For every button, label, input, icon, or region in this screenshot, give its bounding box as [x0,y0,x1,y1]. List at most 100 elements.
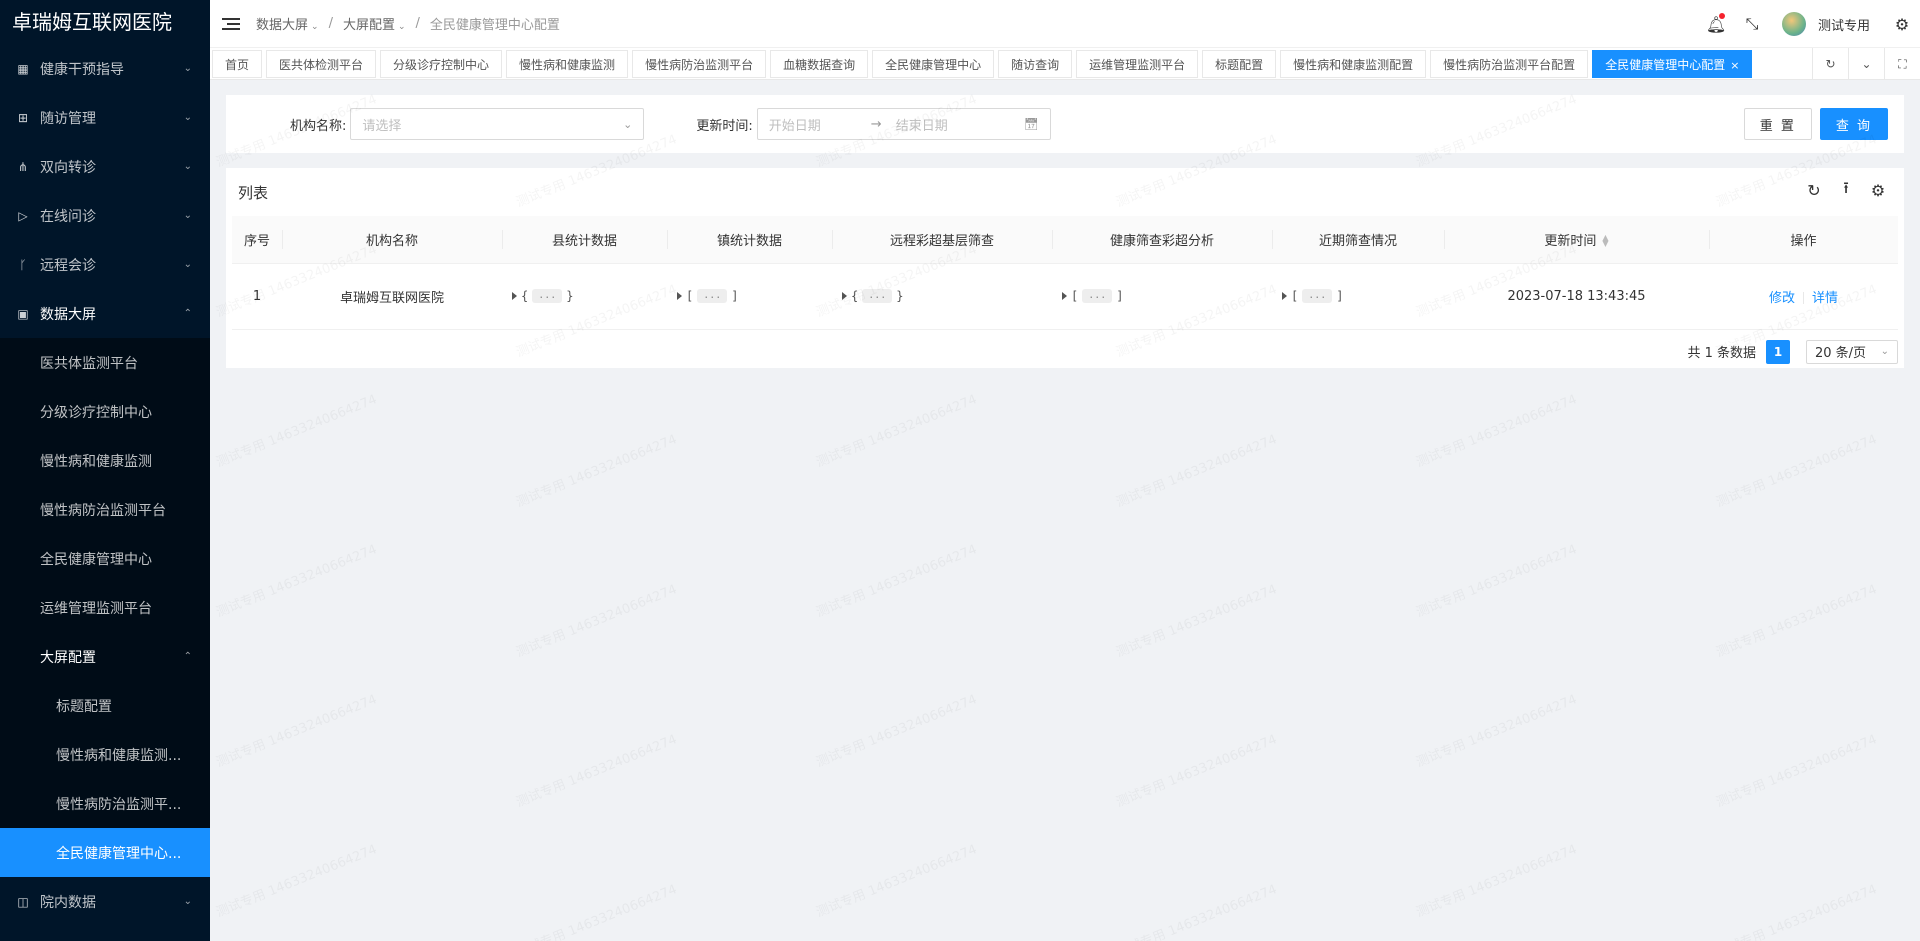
reset-button[interactable]: 重 置 [1743,108,1812,140]
column-header: 远程彩超基层筛查 [832,216,1052,264]
cell-index: 1 [232,263,282,330]
collapsed-ellipsis[interactable]: ... [1082,289,1113,304]
chevron-down-icon[interactable]: ⌄ [1848,48,1884,80]
expand-icon[interactable]: ⛶ [1884,48,1920,80]
column-height-icon[interactable]: ⭱ [1836,178,1856,200]
start-date-input[interactable]: 开始日期 [769,115,821,134]
breadcrumb: 数据大屏 ⌄ / 大屏配置 ⌄ / 全民健康管理中心配置 [256,14,560,33]
column-header: 近期筛查情况 [1272,216,1444,264]
caret-right-icon[interactable] [842,292,847,301]
table-header-row: 序号 机构名称 县统计数据 镇统计数据 远程彩超基层筛查 健康筛查彩超分析 近期… [232,216,1898,264]
sidebar-subitem[interactable]: 全民健康管理中心 [0,534,210,583]
org-select[interactable]: 请选择 ⌄ [350,108,645,140]
sidebar-item-dashboard[interactable]: ▣ 数据大屏 ⌃ [0,289,210,338]
sidebar-subitem-screen-config[interactable]: 大屏配置 ⌃ [0,632,210,681]
caret-right-icon[interactable] [1282,292,1287,301]
sidebar-item-followup[interactable]: ⊞ 随访管理 ⌄ [0,93,210,142]
page-button[interactable]: 1 [1766,339,1790,364]
collapsed-ellipsis[interactable]: ... [532,289,563,304]
tab-ops-platform[interactable]: 运维管理监测平台 [1076,49,1199,78]
table-title: 列表 [238,183,269,202]
breadcrumb-item[interactable]: 数据大屏 ⌄ [256,14,319,33]
tab-followup-query[interactable]: 随访查询 [998,49,1073,78]
tab-home[interactable]: 首页 [212,49,263,78]
column-header-sortable[interactable]: 更新时间 ▲ ▼ [1444,216,1709,264]
column-header: 序号 [232,216,282,264]
tab-blood-sugar[interactable]: 血糖数据查询 [770,49,869,78]
collapsed-ellipsis[interactable]: ... [697,289,728,304]
sidebar-subitem[interactable]: 慢性病和健康监测 [0,436,210,485]
chevron-down-icon: ⌄ [183,896,192,907]
chevron-up-icon: ⌃ [183,308,192,319]
top-header: 数据大屏 ⌄ / 大屏配置 ⌄ / 全民健康管理中心配置 🔔︎ ⤡ 测试专用 ⚙ [210,0,1920,48]
username[interactable]: 测试专用 [1818,15,1870,34]
org-select-placeholder: 请选择 [362,118,402,134]
sidebar-item-remote-consult[interactable]: ᚴ 远程会诊 ⌄ [0,240,210,289]
query-button[interactable]: 查 询 [1819,108,1888,140]
fullscreen-icon[interactable]: ⤡ [1734,14,1770,34]
end-date-input[interactable]: 结束日期 [896,115,948,134]
cell-org: 卓瑞姆互联网医院 [282,263,502,330]
close-icon[interactable]: × [1730,59,1739,72]
sidebar-subitem[interactable]: 运维管理监测平台 [0,583,210,632]
menu-fold-icon[interactable] [222,15,240,33]
refresh-icon[interactable]: ↻ [1812,48,1848,80]
sidebar-item-online-consult[interactable]: ▷ 在线问诊 ⌄ [0,191,210,240]
sidebar-item-label: 慢性病防治监测平... [56,796,182,813]
json-viewer-remote[interactable]: {...} [832,263,1052,330]
sidebar-subitem[interactable]: 慢性病防治监测平台 [0,485,210,534]
search-form: 机构名称: 请选择 ⌄ 更新时间: 开始日期 → 结束日期 📅︎ 重 置 查 询 [226,95,1904,153]
column-header: 操作 [1709,216,1898,264]
collapsed-ellipsis[interactable]: ... [1302,289,1333,304]
sidebar-subitem[interactable]: 慢性病和健康监测... [0,730,210,779]
bell-icon[interactable]: 🔔︎ [1698,12,1734,34]
tab-health-center[interactable]: 全民健康管理中心 [872,49,995,78]
edit-link[interactable]: 修改 [1769,291,1795,306]
sidebar-subitem[interactable]: 分级诊疗控制中心 [0,387,210,436]
json-viewer-town[interactable]: [...] [667,263,832,330]
pagination-total: 共 1 条数据 [1687,346,1756,361]
json-viewer-county[interactable]: {...} [502,263,667,330]
sidebar-item-referral[interactable]: ⋔ 双向转诊 ⌄ [0,142,210,191]
json-viewer-recent[interactable]: [...] [1272,263,1444,330]
breadcrumb-separator: / [328,16,333,31]
sidebar-subitem[interactable]: 标题配置 [0,681,210,730]
avatar[interactable] [1781,12,1806,36]
page-size-select[interactable]: 20 条/页 ⌄ [1806,339,1898,364]
tab-chronic-platform[interactable]: 慢性病防治监测平台 [632,49,767,78]
sidebar-subitem-active[interactable]: 全民健康管理中心... [0,828,210,877]
caret-right-icon[interactable] [1062,292,1067,301]
tab-title-config[interactable]: 标题配置 [1202,49,1277,78]
caret-right-icon[interactable] [512,292,517,301]
sidebar-item-label: 大屏配置 [40,649,96,666]
chevron-up-icon: ⌃ [183,651,192,662]
tab-label: 全民健康管理中心配置 [1605,57,1726,72]
json-viewer-screening[interactable]: [...] [1052,263,1272,330]
breadcrumb-item[interactable]: 大屏配置 ⌄ [343,14,406,33]
app-title: 卓瑞姆互联网医院 [12,10,172,34]
sidebar-subitem[interactable]: 医共体监测平台 [0,338,210,387]
table-card: 列表 ↻ ⭱ ⚙ 序号 机构名称 县统计数据 镇统计数据 远程彩超基层筛查 健康… [226,168,1904,368]
detail-link[interactable]: 详情 [1812,291,1838,306]
sidebar-item-health-guidance[interactable]: ▦ 健康干预指导 ⌄ [0,44,210,93]
sidebar-item-label: 双向转诊 [40,159,96,176]
sort-icon[interactable]: ▲ ▼ [1602,234,1608,248]
cell-actions: 修改 详情 [1709,263,1898,330]
refresh-icon[interactable]: ↻ [1804,180,1824,200]
tab-chronic-monitor[interactable]: 慢性病和健康监测 [506,49,629,78]
sidebar-subitem[interactable]: 慢性病防治监测平... [0,779,210,828]
tab-chronic-monitor-config[interactable]: 慢性病和健康监测配置 [1280,49,1427,78]
collapsed-ellipsis[interactable]: ... [862,289,893,304]
gear-icon[interactable]: ⚙ [1884,15,1920,34]
sidebar-item-hospital-data[interactable]: ◫ 院内数据 ⌄ [0,877,210,926]
tab-tiered-treatment[interactable]: 分级诊疗控制中心 [380,49,503,78]
tab-medical-community[interactable]: 医共体检测平台 [266,49,377,78]
header-actions: 🔔︎ ⤡ 测试专用 ⚙ [1698,0,1920,48]
tab-health-center-config[interactable]: 全民健康管理中心配置 × [1592,49,1753,78]
chevron-down-icon: ⌄ [311,22,319,32]
gear-icon[interactable]: ⚙ [1868,180,1888,200]
caret-right-icon[interactable] [677,292,682,301]
tab-chronic-platform-config[interactable]: 慢性病防治监测平台配置 [1430,49,1589,78]
sidebar-item-label: 慢性病防治监测平台 [40,502,166,519]
date-range-picker[interactable]: 开始日期 → 结束日期 📅︎ [756,108,1051,140]
